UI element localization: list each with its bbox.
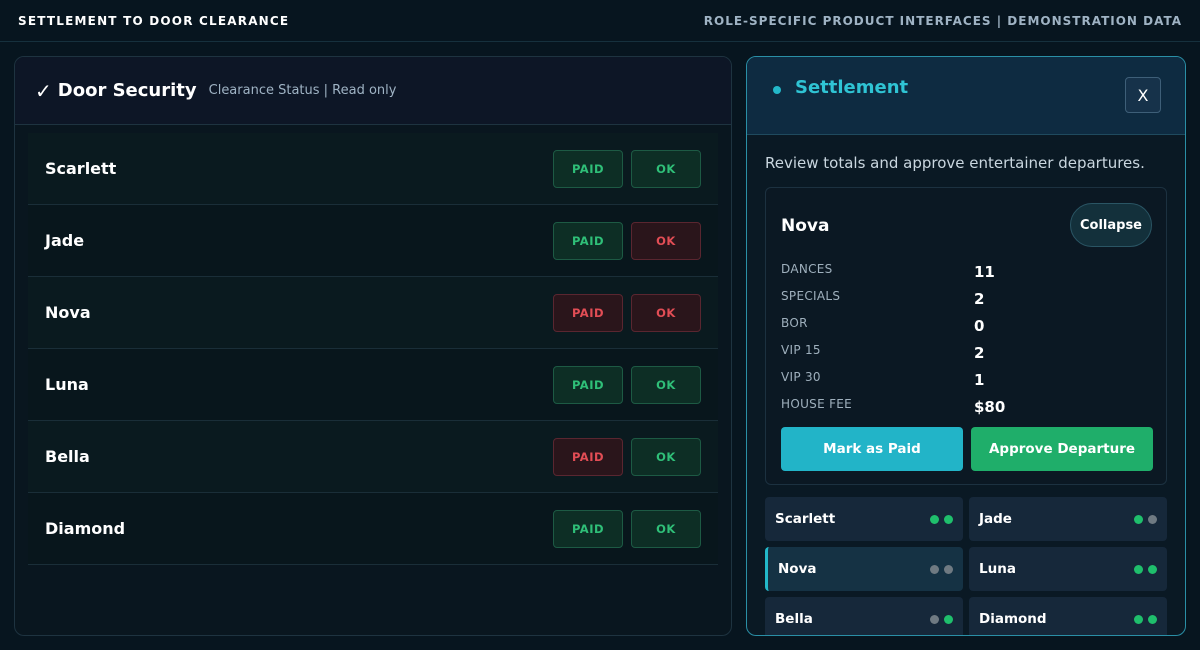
stat-label: SPECIALS: [781, 289, 841, 303]
approve-departure-button[interactable]: Approve Departure: [971, 427, 1153, 471]
paid-status-dot: [930, 514, 939, 524]
stat-value: 0: [974, 317, 985, 335]
entertainer-list-item[interactable]: Jade: [969, 497, 1167, 541]
entertainer-list-name: Nova: [778, 561, 817, 577]
stat-value: 2: [974, 344, 985, 362]
status-dots: [1134, 614, 1157, 624]
settlement-header: Settlement X: [747, 57, 1185, 135]
entertainer-list-name: Diamond: [979, 611, 1047, 627]
settlement-description: Review totals and approve entertainer de…: [765, 154, 1145, 172]
page-title: SETTLEMENT TO DOOR CLEARANCE: [18, 13, 290, 28]
door-security-panel: ✓ Door Security Clearance Status | Read …: [14, 56, 732, 636]
paid-status-badge: PAID: [553, 293, 623, 332]
status-dots: [1134, 514, 1157, 524]
door-row: Scarlett PAID OK: [28, 133, 718, 205]
stat-row-vip-30: VIP 30 1: [781, 370, 1161, 397]
ok-status-badge: OK: [631, 509, 701, 548]
entertainer-list-item[interactable]: Bella: [765, 597, 963, 635]
stat-row-bor: BOR 0: [781, 316, 1161, 343]
entertainer-list-name: Scarlett: [775, 511, 836, 527]
door-clearance-list: Scarlett PAID OK Jade PAID OK Nova PAID …: [15, 125, 731, 565]
settlement-panel: Settlement X Review totals and approve e…: [746, 56, 1186, 636]
detail-entertainer-name: Nova: [781, 216, 830, 236]
door-security-subtitle: Clearance Status | Read only: [208, 83, 397, 98]
paid-status-dot: [930, 614, 939, 624]
top-bar: SETTLEMENT TO DOOR CLEARANCE ROLE-SPECIF…: [0, 0, 1200, 42]
door-row: Bella PAID OK: [28, 421, 718, 493]
stat-value: 1: [974, 371, 985, 389]
entertainer-name: Bella: [45, 447, 90, 466]
settlement-detail-card: Nova Collapse DANCES 11 SPECIALS 2 BOR 0…: [765, 187, 1167, 485]
entertainer-list-item[interactable]: Diamond: [969, 597, 1167, 635]
stat-label: HOUSE FEE: [781, 397, 853, 411]
entertainer-name: Luna: [45, 375, 89, 394]
stat-label: DANCES: [781, 262, 833, 276]
stat-value: 2: [974, 290, 985, 308]
stat-row-vip-15: VIP 15 2: [781, 343, 1161, 370]
entertainer-name: Scarlett: [45, 159, 117, 178]
settlement-title: Settlement: [795, 77, 909, 98]
status-dots: [1134, 564, 1157, 574]
ok-status-badge: OK: [631, 437, 701, 476]
mark-as-paid-button[interactable]: Mark as Paid: [781, 427, 963, 471]
door-row: Luna PAID OK: [28, 349, 718, 421]
entertainer-name: Diamond: [45, 519, 126, 538]
approved-status-dot: [1148, 614, 1157, 624]
stat-value: $80: [974, 398, 1006, 416]
ok-status-badge: OK: [631, 365, 701, 404]
approved-status-dot: [944, 564, 953, 574]
paid-status-badge: PAID: [553, 221, 623, 260]
stat-label: BOR: [781, 316, 808, 330]
paid-status-dot: [1134, 564, 1143, 574]
approved-status-dot: [944, 614, 953, 624]
paid-status-badge: PAID: [553, 365, 623, 404]
approved-status-dot: [1148, 514, 1157, 524]
status-dots: [930, 514, 953, 524]
paid-status-badge: PAID: [553, 437, 623, 476]
status-dot-icon: [773, 86, 781, 94]
stat-value: 11: [974, 263, 995, 281]
paid-status-dot: [1134, 514, 1143, 524]
paid-status-badge: PAID: [553, 149, 623, 188]
status-dots: [930, 564, 953, 574]
entertainer-list-item[interactable]: Nova: [765, 547, 963, 591]
approved-status-dot: [1148, 564, 1157, 574]
ok-status-badge: OK: [631, 293, 701, 332]
entertainer-list-name: Bella: [775, 611, 813, 627]
door-security-header: ✓ Door Security Clearance Status | Read …: [15, 57, 731, 125]
entertainer-name: Nova: [45, 303, 91, 322]
entertainer-list-name: Luna: [979, 561, 1016, 577]
stat-row-dances: DANCES 11: [781, 262, 1161, 289]
entertainer-list-name: Jade: [979, 511, 1012, 527]
paid-status-badge: PAID: [553, 509, 623, 548]
close-button[interactable]: X: [1125, 77, 1161, 113]
stat-label: VIP 15: [781, 343, 821, 357]
stat-label: VIP 30: [781, 370, 821, 384]
door-security-title: Door Security: [57, 80, 197, 101]
paid-status-dot: [930, 564, 939, 574]
page-subtitle: ROLE-SPECIFIC PRODUCT INTERFACES | DEMON…: [703, 13, 1182, 28]
stat-row-specials: SPECIALS 2: [781, 289, 1161, 316]
paid-status-dot: [1134, 614, 1143, 624]
stat-row-house-fee: HOUSE FEE $80: [781, 397, 1161, 424]
entertainer-list-item[interactable]: Luna: [969, 547, 1167, 591]
approved-status-dot: [944, 514, 953, 524]
status-dots: [930, 614, 953, 624]
ok-status-badge: OK: [631, 221, 701, 260]
check-icon: ✓: [35, 78, 52, 103]
entertainer-list-item[interactable]: Scarlett: [765, 497, 963, 541]
entertainer-name: Jade: [45, 231, 85, 250]
door-row: Diamond PAID OK: [28, 493, 718, 565]
collapse-button[interactable]: Collapse: [1070, 203, 1152, 247]
door-row: Nova PAID OK: [28, 277, 718, 349]
ok-status-badge: OK: [631, 149, 701, 188]
door-row: Jade PAID OK: [28, 205, 718, 277]
